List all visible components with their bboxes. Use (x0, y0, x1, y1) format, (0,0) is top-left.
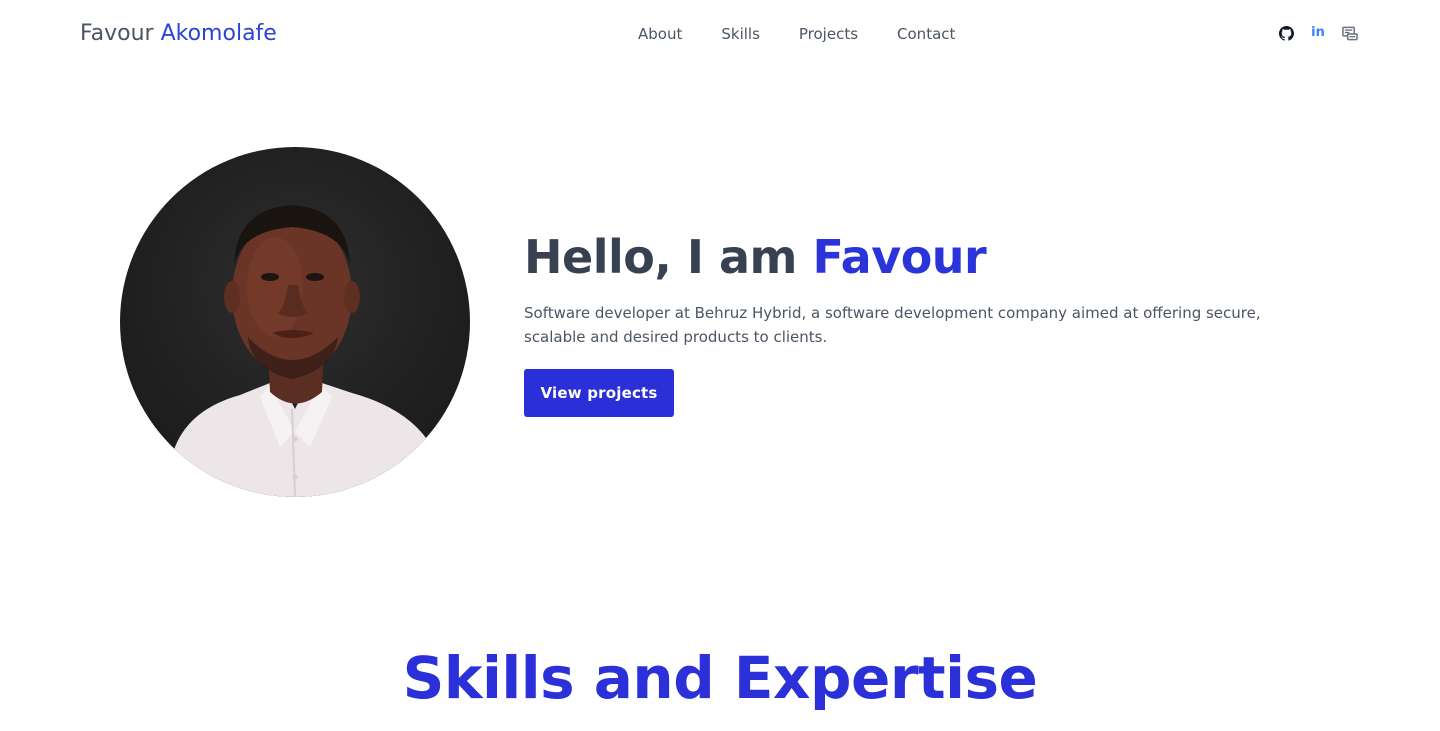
nav-link-skills[interactable]: Skills (721, 23, 760, 45)
linkedin-icon-label: in (1311, 25, 1325, 40)
nav-link-projects[interactable]: Projects (799, 23, 858, 45)
skills-section-title: Skills and Expertise (402, 644, 1038, 712)
linkedin-icon[interactable]: in (1310, 25, 1326, 41)
brand-last-name: Akomolafe (160, 21, 277, 46)
nav-link-about[interactable]: About (638, 23, 682, 45)
nav-link-contact[interactable]: Contact (897, 23, 955, 45)
view-projects-button[interactable]: View projects (524, 369, 674, 417)
blog-icon[interactable] (1342, 25, 1358, 41)
site-header: Favour Akomolafe About Skills Projects C… (0, 0, 1440, 68)
brand-first-name: Favour (80, 21, 154, 46)
social-links: in (1278, 25, 1358, 41)
main-nav: About Skills Projects Contact (638, 23, 955, 45)
hero-description: Software developer at Behruz Hybrid, a s… (524, 304, 1261, 346)
github-icon[interactable] (1278, 25, 1294, 41)
brand-logo[interactable]: Favour Akomolafe (80, 19, 277, 49)
hero-greeting: Hello, I am (524, 230, 813, 284)
hero-heading: Hello, I am Favour (524, 228, 987, 286)
hero-name: Favour (812, 230, 987, 284)
profile-photo (120, 147, 470, 497)
